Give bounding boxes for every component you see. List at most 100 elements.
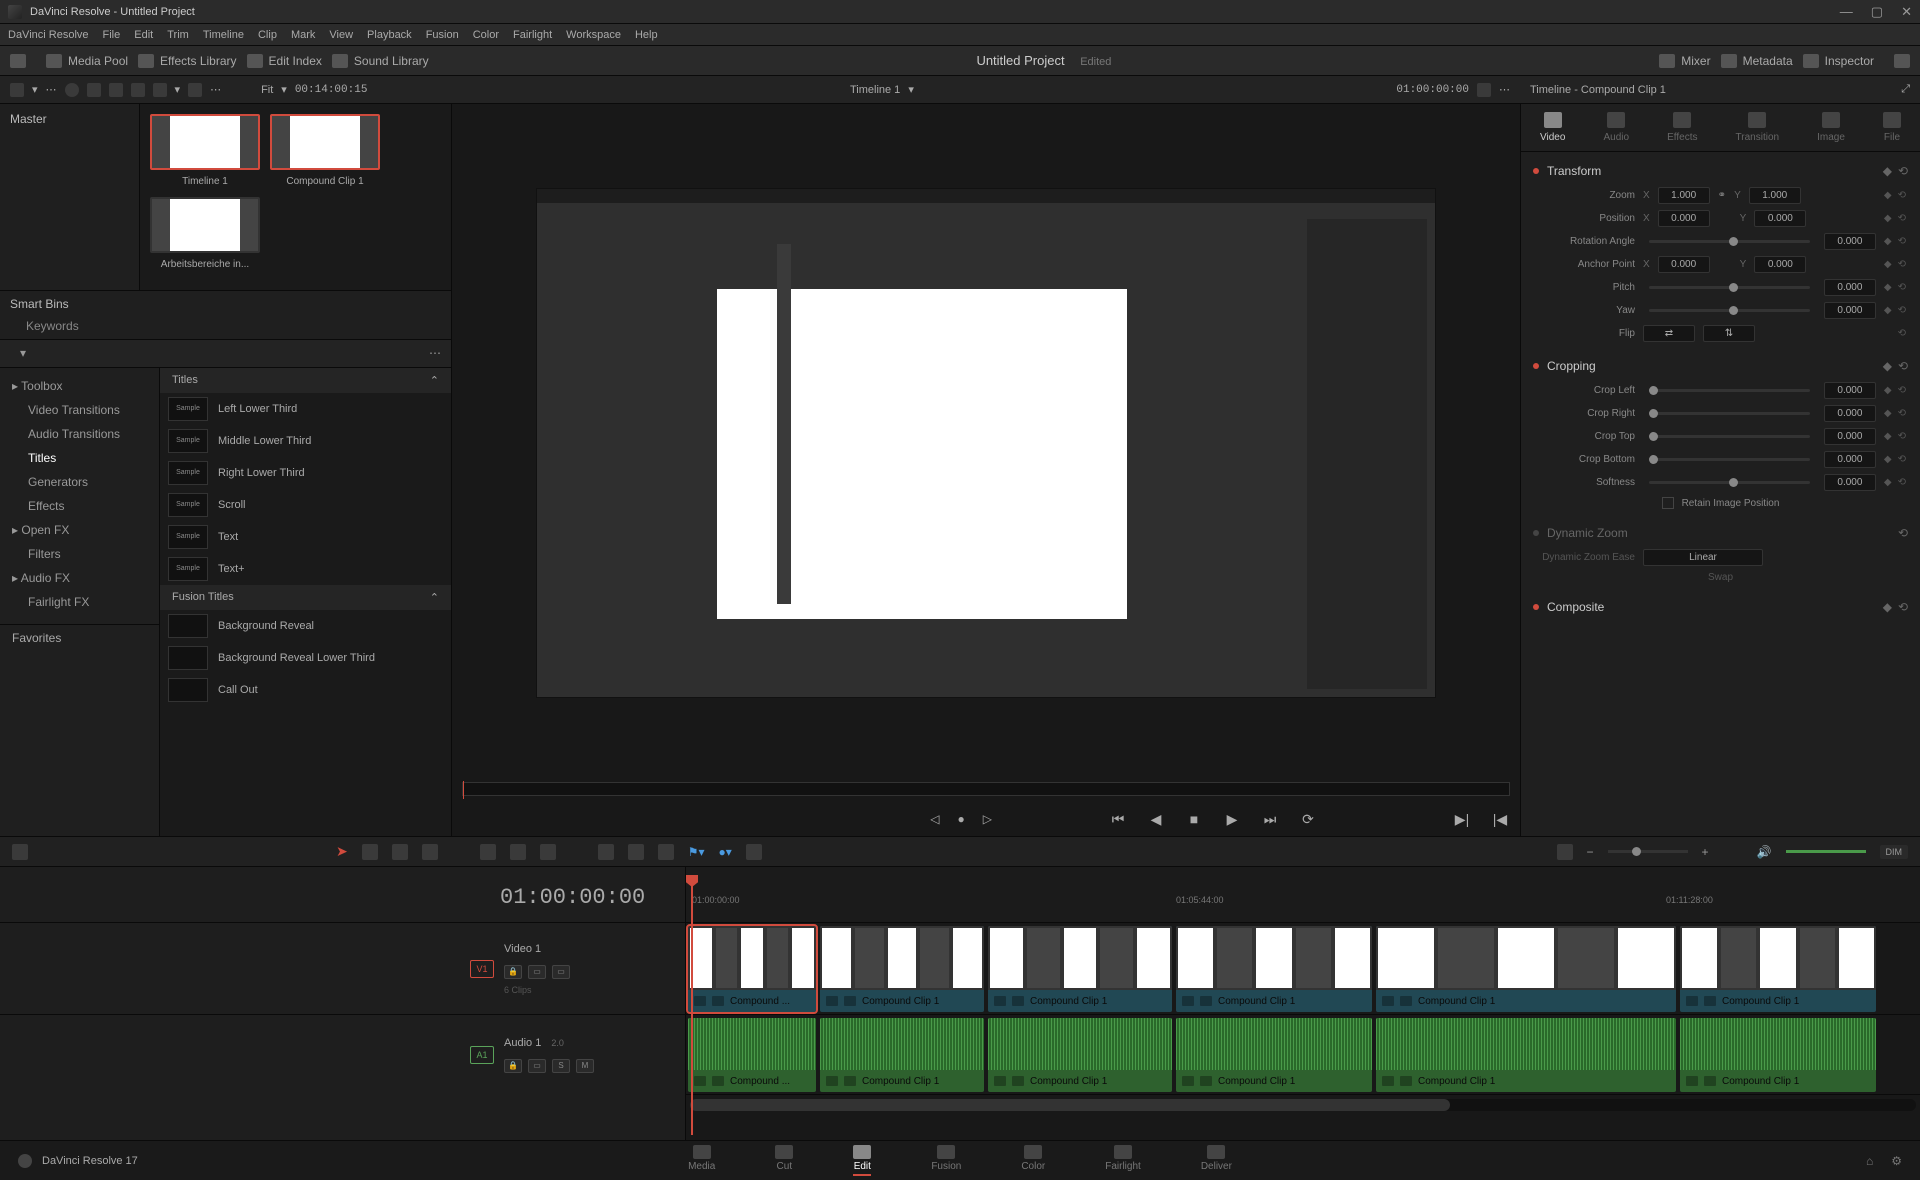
overwrite-icon[interactable] (510, 844, 526, 860)
page-cut[interactable]: Cut (775, 1145, 793, 1176)
clip-thumbnail[interactable]: Timeline 1 (150, 114, 260, 187)
flip-v-button[interactable]: ⇅ (1703, 325, 1755, 342)
page-deliver[interactable]: Deliver (1201, 1145, 1232, 1176)
volume-icon[interactable]: 🔊 (1757, 845, 1772, 859)
pos-y-input[interactable]: 0.000 (1754, 210, 1806, 227)
record-icon[interactable] (65, 83, 79, 97)
fusion-title-preset[interactable]: Call Out (160, 674, 451, 706)
link-icon[interactable]: ⚭ (1718, 190, 1726, 201)
retain-checkbox[interactable] (1662, 497, 1674, 509)
effects-node-fairlight-fx[interactable]: Fairlight FX (0, 590, 159, 614)
menu-fusion[interactable]: Fusion (426, 29, 459, 41)
sort-icon[interactable] (188, 83, 202, 97)
video-clip[interactable]: Compound Clip 1 (1176, 926, 1372, 1012)
full-screen-icon[interactable] (10, 54, 26, 68)
video-clip[interactable]: Compound Clip 1 (820, 926, 984, 1012)
replace-icon[interactable] (540, 844, 556, 860)
clip-thumbnail[interactable]: Compound Clip 1 (270, 114, 380, 187)
menu-view[interactable]: View (329, 29, 353, 41)
track-badge[interactable]: V1 (470, 960, 494, 978)
home-icon[interactable]: ⌂ (1866, 1154, 1873, 1168)
effects-node-titles[interactable]: Titles (0, 446, 159, 470)
auto-select-icon[interactable]: ▭ (528, 965, 546, 979)
fusion-title-preset[interactable]: Background Reveal Lower Third (160, 642, 451, 674)
menu-timeline[interactable]: Timeline (203, 29, 244, 41)
audio-clip[interactable]: Compound Clip 1 (820, 1018, 984, 1092)
crop-top-slider[interactable] (1649, 435, 1810, 438)
crop-left-input[interactable]: 0.000 (1824, 382, 1876, 399)
disable-track-icon[interactable]: ▭ (552, 965, 570, 979)
yaw-slider[interactable] (1649, 309, 1810, 312)
metadata-button[interactable]: Metadata (1721, 54, 1793, 68)
softness-slider[interactable] (1649, 481, 1810, 484)
viewer-scrubber[interactable] (462, 782, 1510, 796)
menu-trim[interactable]: Trim (167, 29, 189, 41)
zoom-y-input[interactable]: 1.000 (1749, 187, 1801, 204)
effects-node-video-transitions[interactable]: Video Transitions (0, 398, 159, 422)
zoom-icon[interactable] (1557, 844, 1573, 860)
effects-node-generators[interactable]: Generators (0, 470, 159, 494)
dim-button[interactable]: DIM (1880, 845, 1909, 859)
page-color[interactable]: Color (1021, 1145, 1045, 1176)
pitch-input[interactable]: 0.000 (1824, 279, 1876, 296)
view-strip-icon[interactable] (131, 83, 145, 97)
chevron-down-icon[interactable]: ▾ (175, 83, 181, 96)
viewer[interactable] (452, 104, 1520, 782)
softness-input[interactable]: 0.000 (1824, 474, 1876, 491)
stop-button[interactable]: ■ (1184, 809, 1204, 829)
inspector-button[interactable]: Inspector (1803, 54, 1874, 68)
more-icon[interactable]: ⋯ (46, 83, 57, 96)
audio-clip[interactable]: Compound ... (688, 1018, 816, 1092)
audio-clip[interactable]: Compound Clip 1 (1680, 1018, 1876, 1092)
keyframe-icon[interactable]: ◆ (1883, 164, 1892, 178)
rotation-input[interactable]: 0.000 (1824, 233, 1876, 250)
rotation-slider[interactable] (1649, 240, 1810, 243)
audio-track[interactable]: Compound ...Compound Clip 1Compound Clip… (686, 1015, 1920, 1095)
inspector-tab-file[interactable]: File (1883, 112, 1901, 143)
page-edit[interactable]: Edit (853, 1145, 871, 1176)
next-frame-button[interactable]: ⏭ (1260, 809, 1280, 829)
sound-library-button[interactable]: Sound Library (332, 54, 429, 68)
title-preset[interactable]: SampleText (160, 521, 451, 553)
trim-tool-icon[interactable] (362, 844, 378, 860)
prev-frame-button[interactable]: ◀ (1146, 809, 1166, 829)
effects-node-effects[interactable]: Effects (0, 494, 159, 518)
effects-library-button[interactable]: Effects Library (138, 54, 236, 68)
audio-track-header[interactable]: A1 Audio 12.0 🔒▭SM (0, 1014, 685, 1094)
transform-section[interactable]: Transform (1547, 164, 1601, 178)
project-settings-icon[interactable]: ⚙ (1891, 1154, 1902, 1168)
timeline-timecode[interactable]: 01:00:00:00 (0, 867, 685, 922)
title-preset[interactable]: SampleMiddle Lower Third (160, 425, 451, 457)
minimize-button[interactable]: — (1840, 4, 1853, 20)
inspector-tab-transition[interactable]: Transition (1736, 112, 1780, 143)
volume-slider[interactable] (1786, 850, 1866, 853)
loop-button[interactable]: ⟳ (1298, 809, 1318, 829)
selection-tool-icon[interactable]: ➤ (336, 843, 348, 860)
inspector-tab-video[interactable]: Video (1540, 112, 1565, 143)
chevron-down-icon[interactable]: ▾ (32, 83, 38, 96)
insert-icon[interactable] (480, 844, 496, 860)
timeline-name[interactable]: Timeline 1 (850, 84, 900, 96)
audio-clip[interactable]: Compound Clip 1 (988, 1018, 1172, 1092)
cropping-section[interactable]: Cropping (1547, 359, 1596, 373)
view-list-icon[interactable] (109, 83, 123, 97)
mixer-button[interactable]: Mixer (1659, 54, 1710, 68)
bin-list-icon[interactable] (10, 83, 24, 97)
title-preset[interactable]: SampleRight Lower Third (160, 457, 451, 489)
menu-fairlight[interactable]: Fairlight (513, 29, 552, 41)
more-icon[interactable]: ⋯ (210, 83, 221, 96)
crop-bottom-slider[interactable] (1649, 458, 1810, 461)
edit-index-button[interactable]: Edit Index (247, 54, 322, 68)
blade-tool-icon[interactable] (422, 844, 438, 860)
inspector-tab-effects[interactable]: Effects (1667, 112, 1697, 143)
page-media[interactable]: Media (688, 1145, 715, 1176)
inspector-tab-image[interactable]: Image (1817, 112, 1845, 143)
effects-node-toolbox[interactable]: ▸ Toolbox (0, 374, 159, 398)
effects-node-filters[interactable]: Filters (0, 542, 159, 566)
pos-x-input[interactable]: 0.000 (1658, 210, 1710, 227)
index-icon[interactable] (746, 844, 762, 860)
video-clip[interactable]: Compound ... (688, 926, 816, 1012)
crop-bottom-input[interactable]: 0.000 (1824, 451, 1876, 468)
title-preset[interactable]: SampleScroll (160, 489, 451, 521)
bypass-icon[interactable] (1477, 83, 1491, 97)
